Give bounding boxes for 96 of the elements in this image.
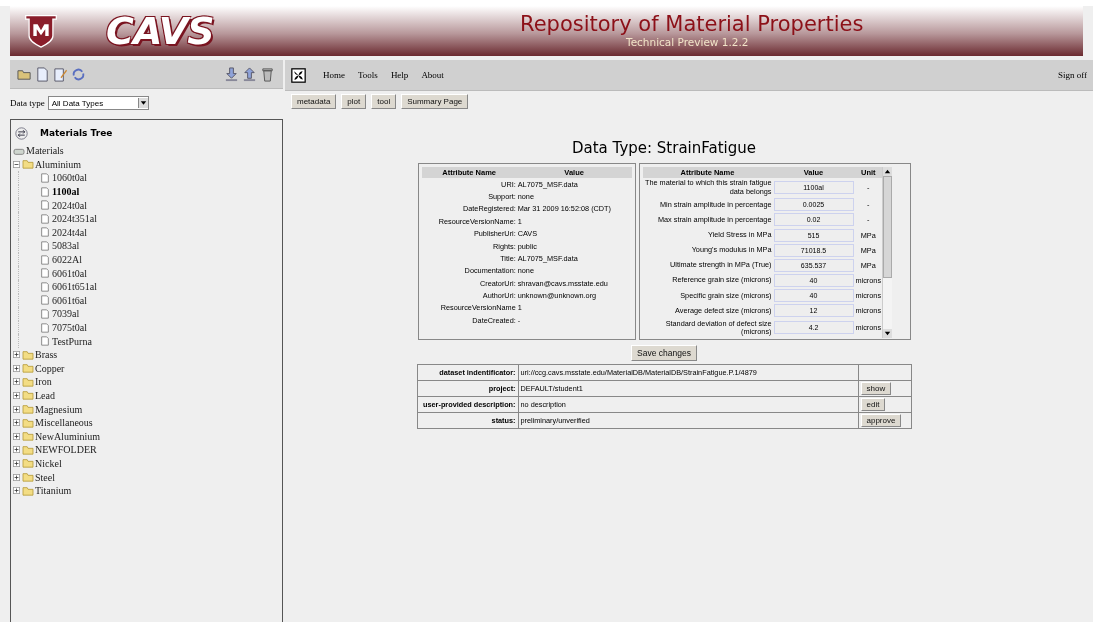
tree-item[interactable]: 6022Al [52,254,82,266]
document-icon [39,336,51,347]
tree-item[interactable]: 7075t0al [52,322,87,333]
document-icon [39,268,51,279]
document-icon [39,240,51,251]
expand-icon[interactable] [13,446,20,454]
tree-item[interactable]: 6061t651al [52,281,97,293]
trash-icon[interactable] [260,66,275,82]
expand-icon[interactable] [13,473,20,481]
new-document-icon[interactable] [35,66,50,82]
expand-icon[interactable] [13,419,20,427]
tree-item[interactable]: Lead [35,390,55,401]
tree-item[interactable]: Magnesium [35,403,83,415]
caret-icon[interactable] [137,98,148,108]
document-icon [39,200,51,211]
scroll-up-icon[interactable] [883,167,893,176]
folder-icon [22,159,34,170]
folder-icon [22,417,34,428]
shield-logo-icon [24,12,58,50]
site-title: Repository of Material Properties [520,12,864,36]
menu-item[interactable]: Help [390,70,409,80]
expand-icon[interactable] [13,378,20,386]
app-icon[interactable] [291,67,306,83]
action-button[interactable]: edit [860,397,886,411]
page-title: Data Type: StrainFatigue [571,139,756,157]
tree-item[interactable]: NEWFOLDER [35,444,97,456]
tree-item[interactable]: 2024t351al [52,213,97,225]
folder-icon [22,390,34,401]
tree-item[interactable]: 6061t6al [52,294,87,306]
tree-title: Materials Tree [40,128,113,138]
expand-icon[interactable] [13,364,20,372]
refresh-icon[interactable] [15,126,28,140]
collapse-icon[interactable] [13,160,20,168]
menu-item[interactable]: Home [323,70,345,80]
save-changes-button[interactable]: Save changes [631,344,697,361]
scroll-down-icon[interactable] [883,328,893,338]
expand-icon[interactable] [13,405,20,413]
tree-item[interactable]: NewAluminium [35,430,100,442]
expand-icon[interactable] [13,432,20,440]
expand-icon[interactable] [13,487,20,495]
document-icon [39,322,51,333]
expand-icon[interactable] [13,392,20,399]
site-subtitle: Technical Preview 1.2.2 [626,36,750,48]
tree-item[interactable]: Materials [26,145,64,157]
download-icon[interactable] [224,66,239,82]
tree-item[interactable]: Aluminium [35,158,82,170]
folder-icon [22,376,34,387]
tree-item[interactable]: 2024t4al [52,226,87,238]
document-icon [39,281,51,292]
data-type-dropdown[interactable]: All Data Types [47,96,149,110]
menu-item[interactable]: About [421,70,444,80]
folder-icon [22,431,34,442]
folder-icon [22,458,34,469]
expand-icon[interactable] [13,351,20,359]
tree-item[interactable]: 1100al [52,186,80,198]
folder-icon [22,349,34,360]
folder-icon [22,472,34,483]
refresh-icon[interactable] [71,66,86,82]
tree-item[interactable]: Nickel [35,457,62,469]
document-icon [39,186,51,197]
expand-icon[interactable] [13,459,20,467]
tab-button[interactable]: metadata [291,94,337,109]
folder-icon [22,444,34,455]
tree-item[interactable]: 6061t0al [52,267,87,279]
tree-item[interactable]: 2024t0al [52,199,87,211]
action-button[interactable]: show [860,381,892,395]
edit-document-icon[interactable] [53,66,68,82]
sign-off-link[interactable]: Sign off [1057,70,1087,80]
tree-item[interactable]: Iron [35,376,52,388]
upload-icon[interactable] [242,66,257,82]
action-button[interactable]: approve [860,413,902,427]
document-icon [39,308,51,319]
tree-item[interactable]: 1060t0al [52,172,87,184]
menu-item[interactable]: Tools [358,70,378,80]
tree-item[interactable]: 5083al [52,240,80,252]
document-icon [39,173,51,183]
tree-item[interactable]: Miscellaneous [35,417,93,429]
tree-item[interactable]: Steel [35,471,55,483]
tree-item[interactable]: Titanium [35,485,72,497]
tree-item[interactable]: 7039al [52,308,80,320]
document-icon [39,254,51,265]
tab-button[interactable]: plot [341,94,367,109]
folder-icon [22,485,34,496]
data-type-label: Data type [10,98,45,108]
tree-item[interactable]: TestPurna [52,335,92,347]
folder-icon [22,363,34,374]
tree-item[interactable]: Brass [35,349,58,361]
logo-text: CAVS [106,9,214,53]
document-icon [39,213,51,224]
scrollbar[interactable] [882,167,893,338]
document-icon [39,295,51,306]
tab-button[interactable]: Summary Page [401,94,469,109]
tab-button[interactable]: tool [371,94,397,109]
tree-item[interactable]: Copper [35,362,65,374]
document-icon [39,227,51,238]
folder-icon [22,404,34,415]
